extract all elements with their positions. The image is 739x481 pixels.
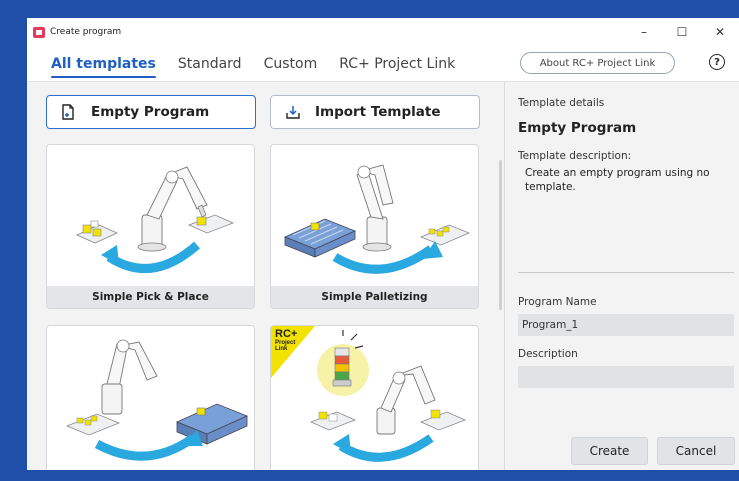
close-icon[interactable]: ✕ bbox=[701, 18, 739, 46]
help-icon[interactable]: ? bbox=[709, 54, 725, 70]
template-card-palletizing[interactable]: Simple Palletizing bbox=[270, 144, 479, 309]
template-details-label: Template details bbox=[518, 97, 605, 109]
gallery-scrollbar[interactable] bbox=[499, 160, 502, 310]
empty-program-button[interactable]: Empty Program bbox=[46, 95, 256, 129]
tab-rc-project-link[interactable]: RC+ Project Link bbox=[339, 48, 455, 80]
create-program-window: Create program – ☐ ✕ All templates Stand… bbox=[27, 18, 739, 470]
palletizing-illustration bbox=[283, 164, 471, 274]
template-card-rc-project-link[interactable]: RC+ Project Link bbox=[270, 325, 479, 470]
template-card-3[interactable] bbox=[46, 325, 255, 470]
about-rc-project-link-button[interactable]: About RC+ Project Link bbox=[520, 52, 675, 74]
program-name-input[interactable] bbox=[518, 314, 734, 336]
tab-all-templates[interactable]: All templates bbox=[51, 48, 156, 80]
import-template-button[interactable]: Import Template bbox=[270, 95, 480, 129]
cancel-button[interactable]: Cancel bbox=[657, 437, 735, 465]
app-icon bbox=[33, 26, 45, 38]
rc-project-link-illustration bbox=[271, 326, 467, 462]
empty-program-label: Empty Program bbox=[91, 104, 210, 120]
robot-pallet-illustration bbox=[65, 339, 249, 461]
template-details-pane: Template details Empty Program Template … bbox=[505, 82, 739, 470]
template-name: Empty Program bbox=[518, 120, 637, 136]
title-bar: Create program – ☐ ✕ bbox=[27, 18, 739, 46]
details-separator bbox=[518, 272, 734, 273]
create-button[interactable]: Create bbox=[571, 437, 648, 465]
template-description-text: Create an empty program using no templat… bbox=[525, 167, 710, 193]
tab-custom[interactable]: Custom bbox=[264, 48, 318, 80]
badge-line-1: RC+ bbox=[275, 328, 298, 340]
template-card-caption: Simple Pick & Place bbox=[47, 286, 254, 308]
template-gallery: Empty Program Import Template Simple Pic… bbox=[27, 82, 504, 470]
document-icon bbox=[61, 104, 83, 120]
program-name-label: Program Name bbox=[518, 296, 597, 308]
minimize-icon[interactable]: – bbox=[625, 18, 663, 46]
window-title: Create program bbox=[50, 27, 122, 37]
description-input[interactable] bbox=[518, 366, 734, 388]
description-label: Description bbox=[518, 348, 578, 360]
template-description-label: Template description: bbox=[518, 150, 632, 162]
import-icon bbox=[285, 104, 307, 120]
badge-line-3: Link bbox=[275, 346, 288, 352]
rc-project-link-badge: RC+ Project Link bbox=[275, 328, 298, 353]
maximize-icon[interactable]: ☐ bbox=[663, 18, 701, 46]
template-card-pick-place[interactable]: Simple Pick & Place bbox=[46, 144, 255, 309]
robot-arm-illustration bbox=[76, 166, 235, 273]
tab-standard[interactable]: Standard bbox=[178, 48, 242, 80]
tab-bar: All templates Standard Custom RC+ Projec… bbox=[27, 46, 739, 82]
template-card-caption: Simple Palletizing bbox=[271, 286, 478, 308]
import-template-label: Import Template bbox=[315, 104, 441, 120]
